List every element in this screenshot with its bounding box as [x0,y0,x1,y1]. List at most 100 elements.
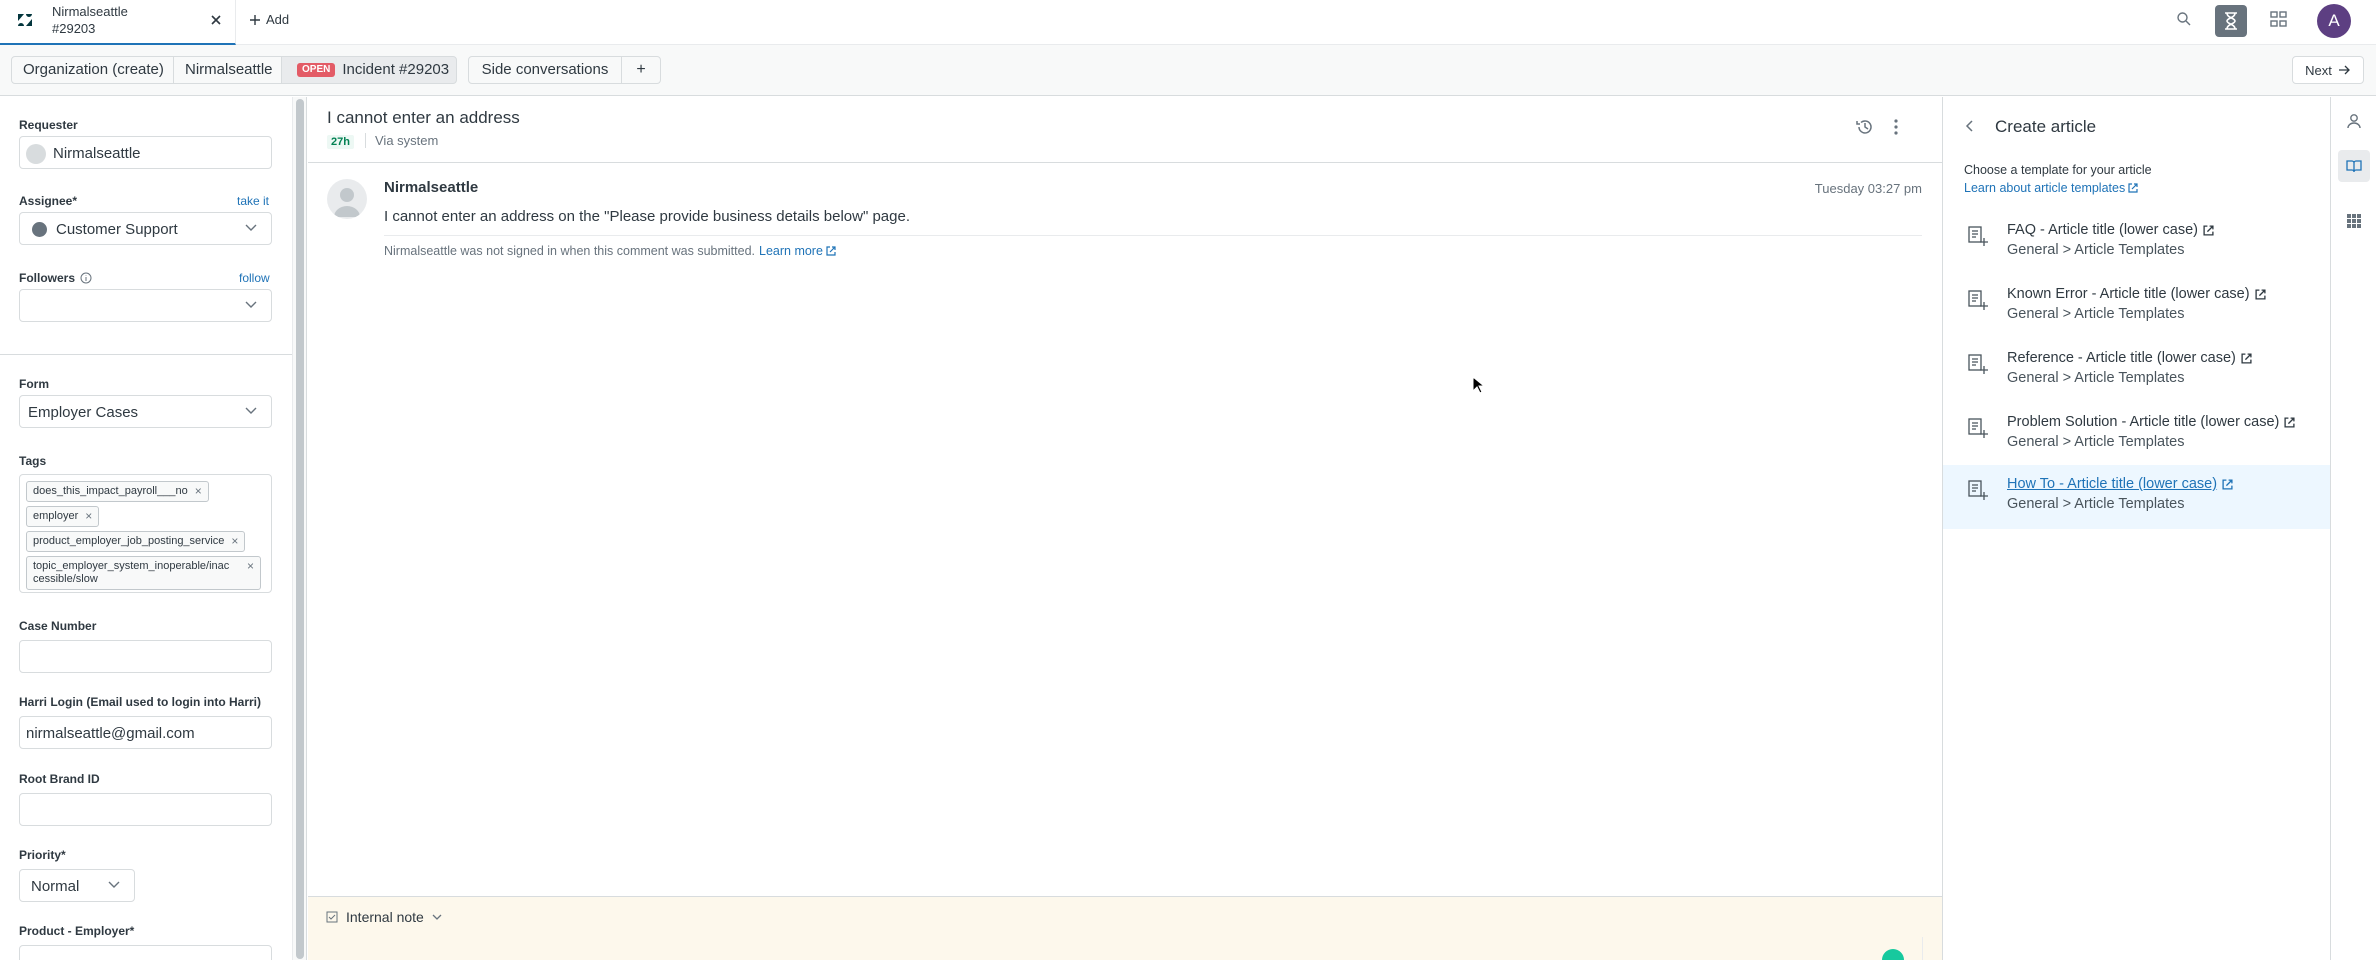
template-path: General > Article Templates [2007,242,2185,258]
message-timestamp: Tuesday 03:27 pm [1814,181,1922,196]
template-name: Problem Solution - Article title (lower … [2007,414,2295,430]
products-grid-icon[interactable] [2270,10,2288,28]
template-name-text: FAQ - Article title (lower case) [2007,222,2198,238]
template-item[interactable]: How To - Article title (lower case) Gene… [1943,465,2330,529]
tag-remove-icon[interactable]: × [195,485,202,498]
priority-value: Normal [31,878,80,895]
via-channel: Via system [375,133,439,148]
template-item[interactable]: Problem Solution - Article title (lower … [1943,403,2330,465]
apps-grid-icon [2346,213,2362,229]
more-options-icon[interactable] [1893,118,1899,136]
close-icon[interactable] [208,12,224,28]
notice-text: Nirmalseattle was not signed in when thi… [384,244,755,258]
scrollbar-thumb[interactable] [296,99,304,959]
breadcrumb-incident[interactable]: OPEN Incident #29203 [281,56,457,84]
next-button[interactable]: Next [2292,56,2364,84]
apps-button[interactable] [2338,205,2370,237]
priority-select[interactable]: Normal [19,869,135,902]
breadcrumb-organization[interactable]: Organization (create) [11,56,174,84]
age-badge: 27h [327,135,354,149]
ticket-title[interactable]: I cannot enter an address [327,108,520,128]
ticket-properties-sidebar: Requester Nirmalseattle Assignee* take i… [0,97,292,960]
tag-label: topic_employer_system_inoperable/inac ce… [33,560,230,585]
user-icon [2346,113,2362,129]
tag-remove-icon[interactable]: × [247,560,254,573]
template-path: General > Article Templates [2007,496,2185,512]
history-icon[interactable] [1856,118,1874,136]
status-badge: OPEN [297,63,336,77]
article-template-icon [1967,353,1989,375]
avatar[interactable] [327,179,367,219]
article-template-icon [1967,289,1989,311]
add-tab-button[interactable]: Add [250,12,289,27]
harri-login-value: nirmalseattle@gmail.com [26,725,195,742]
root-brand-input[interactable] [19,793,272,826]
composer[interactable]: Internal note [308,896,1942,960]
template-name-text: Problem Solution - Article title (lower … [2007,414,2280,430]
tag-remove-icon[interactable]: × [85,510,92,523]
mouse-cursor-icon [1472,376,1484,394]
tag-remove-icon[interactable]: × [231,535,238,548]
template-item[interactable]: Known Error - Article title (lower case)… [1943,275,2330,337]
info-icon[interactable] [80,272,92,284]
assignee-value: Customer Support [56,221,178,238]
template-name: Reference - Article title (lower case) [2007,350,2252,366]
composer-scrollbar[interactable] [1922,937,1934,960]
learn-templates-label: Learn about article templates [1964,181,2126,195]
requester-field[interactable]: Nirmalseattle [19,136,272,169]
external-link-icon [2254,288,2266,300]
tag-label: product_employer_job_posting_service [33,535,225,547]
form-select[interactable]: Employer Cases [19,395,272,428]
learn-templates-link[interactable]: Learn about article templates [1964,181,2138,195]
form-value: Employer Cases [28,404,139,421]
tags-label: Tags [19,454,47,468]
sidebar-scrollbar[interactable] [292,97,307,960]
customer-context-button[interactable] [2338,105,2370,137]
product-employer-select[interactable] [19,945,272,960]
breadcrumb-user[interactable]: Nirmalseattle [173,56,282,84]
followers-label: Followers [19,271,92,285]
breadcrumb-incident-label: Incident #29203 [342,61,450,78]
assignee-label: Assignee* [19,194,78,208]
grammar-assistant-icon[interactable] [1882,949,1904,960]
product-employer-label: Product - Employer* [19,924,135,938]
hourglass-icon[interactable] [2215,5,2247,37]
tag: employer × [26,506,100,527]
tags-input[interactable]: does_this_impact_payroll___no × employer ×… [19,474,272,593]
user-avatar[interactable]: A [2317,4,2351,38]
breadcrumb: Organization (create) Nirmalseattle OPEN… [0,45,2376,96]
top-bar: Nirmalseattle #29203 Add A [0,0,2376,45]
template-item[interactable]: Reference - Article title (lower case) G… [1943,339,2330,401]
learn-more-label: Learn more [759,244,823,258]
assignee-field[interactable]: Customer Support [19,212,272,245]
harri-login-input[interactable]: nirmalseattle@gmail.com [19,716,272,749]
message-body: I cannot enter an address on the "Please… [384,208,910,225]
message-author[interactable]: Nirmalseattle [384,179,478,196]
tab-title-line2: #29203 [52,21,96,36]
group-icon [32,222,47,237]
knowledge-button[interactable] [2338,150,2370,182]
template-name-text: Known Error - Article title (lower case) [2007,286,2250,302]
case-number-input[interactable] [19,640,272,673]
template-item[interactable]: FAQ - Article title (lower case) General… [1943,211,2330,273]
followers-field[interactable] [19,289,272,322]
follow-link[interactable]: follow [239,271,270,285]
search-icon[interactable] [2176,11,2192,27]
avatar [26,144,46,164]
followers-label-text: Followers [19,271,76,285]
ticket-tab[interactable]: Nirmalseattle #29203 [0,0,236,45]
zendesk-logo-icon [18,14,32,26]
chevron-left-icon[interactable] [1965,120,1975,132]
add-side-conversation-button[interactable]: + [621,56,661,84]
take-it-link[interactable]: take it [237,194,269,208]
composer-mode-dropdown[interactable]: Internal note [326,909,442,925]
plus-icon [250,14,260,25]
user-avatar-letter: A [2328,11,2340,30]
learn-more-link[interactable]: Learn more [759,244,836,258]
external-link-icon [2222,478,2233,490]
divider [384,235,1922,236]
template-name: Known Error - Article title (lower case) [2007,286,2266,302]
side-conversations-button[interactable]: Side conversations [468,56,622,84]
panel-title: Create article [1995,117,2097,136]
tag: product_employer_job_posting_service × [26,531,246,552]
